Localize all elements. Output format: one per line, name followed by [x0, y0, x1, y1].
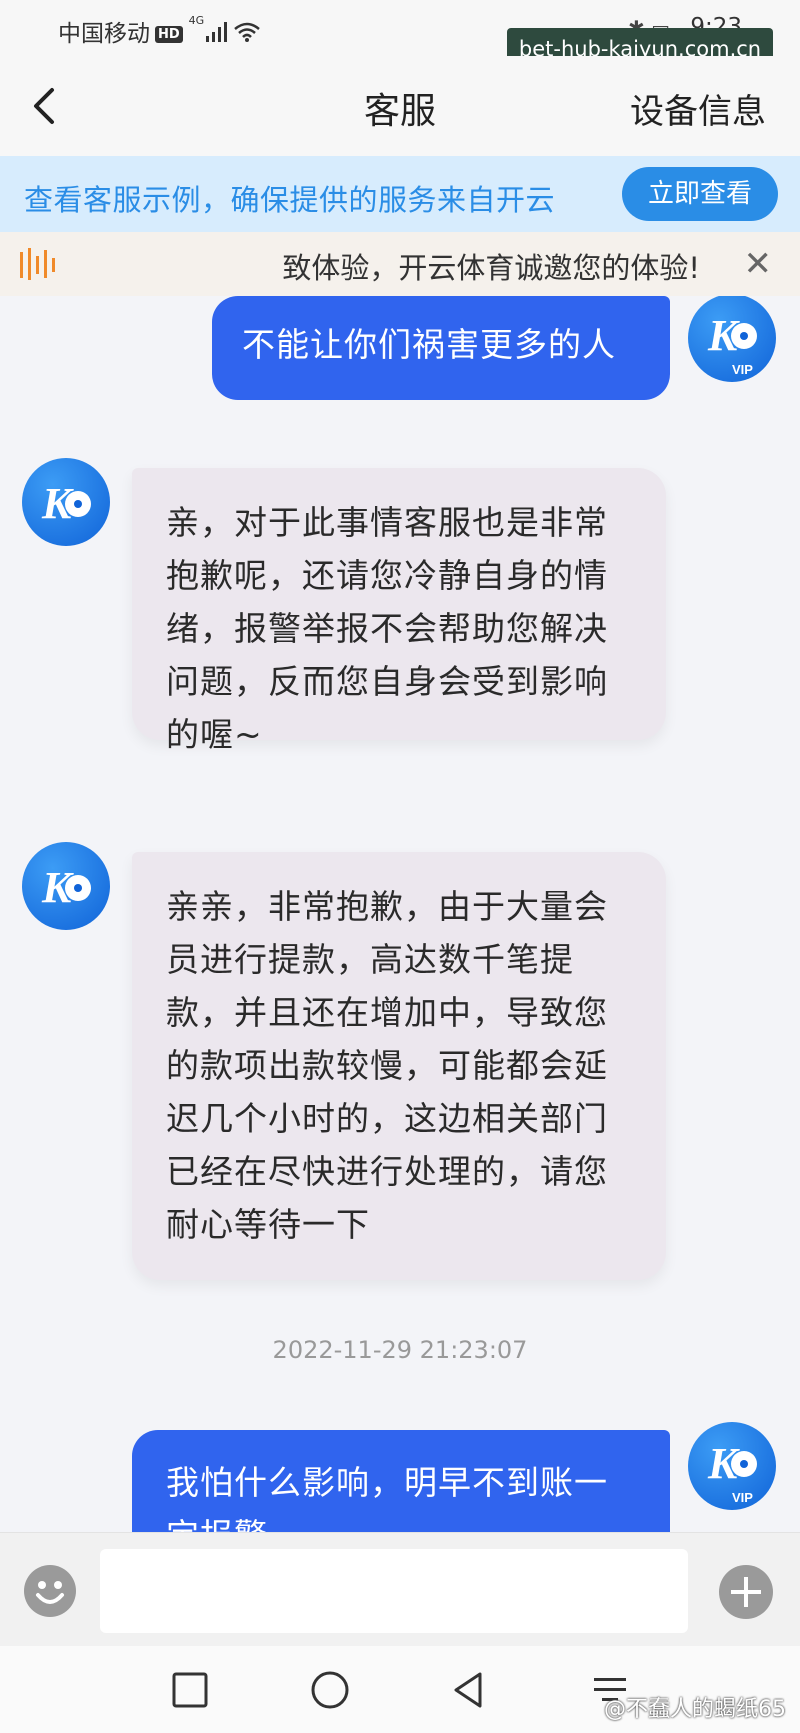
add-icon[interactable]: [718, 1564, 774, 1620]
avatar[interactable]: K: [22, 458, 110, 546]
wifi-icon: [234, 22, 261, 48]
view-now-button[interactable]: 立即查看: [622, 167, 778, 221]
user-message-bubble[interactable]: 我怕什么影响，明早不到账一定报警: [132, 1430, 670, 1532]
carrier-name: 中国移动: [58, 21, 150, 47]
avatar[interactable]: K: [22, 842, 110, 930]
back-icon[interactable]: [26, 86, 62, 126]
watermark-bottom: @不蠢人的蝎纸65: [604, 1697, 786, 1722]
notice-bar: 查看客服示例，确保提供的服务来自开云 立即查看: [0, 156, 800, 232]
message-text: 亲亲，非常抱歉，由于大量会员进行提款，高达数千笔提款，并且还在增加中，导致您的款…: [166, 887, 608, 1244]
hd-badge: HD: [155, 26, 183, 43]
system-nav-bar: @不蠢人的蝎纸65: [0, 1646, 800, 1733]
kaiyun-logo-icon: K: [41, 479, 91, 528]
device-info-button[interactable]: 设备信息: [630, 84, 766, 133]
marquee-text-content: 致体验，开云体育诚邀您的体验!: [282, 251, 700, 285]
marquee-bar: 致体验，开云体育诚邀您的体验! ✕: [0, 232, 800, 296]
agent-message-bubble[interactable]: 亲亲，非常抱歉，由于大量会员进行提款，高达数千笔提款，并且还在增加中，导致您的款…: [132, 852, 666, 1280]
emoji-icon[interactable]: [23, 1564, 77, 1618]
avatar[interactable]: K VIP: [688, 1422, 776, 1510]
circle-icon[interactable]: [306, 1666, 354, 1714]
message-text: 我怕什么影响，明早不到账一定报警: [166, 1463, 608, 1532]
chat-area[interactable]: 不能让你们祸害更多的人 K VIP K 亲，对于此事情客服也是非常抱歉呢，还请您…: [0, 296, 800, 1532]
agent-message-bubble[interactable]: 亲，对于此事情客服也是非常抱歉呢，还请您冷静自身的情绪，报警举报不会帮助您解决问…: [132, 468, 666, 754]
message-input[interactable]: [100, 1549, 688, 1633]
kaiyun-logo-icon: K: [41, 863, 91, 912]
square-icon[interactable]: [166, 1666, 214, 1714]
audio-wave-icon: [20, 248, 62, 284]
input-bar: [0, 1532, 800, 1647]
notice-text: 查看客服示例，确保提供的服务来自开云: [24, 183, 556, 217]
close-icon[interactable]: ✕: [744, 244, 773, 284]
triangle-back-icon[interactable]: [446, 1666, 494, 1714]
network-type: 4G: [188, 14, 205, 27]
signal-icon: [206, 21, 228, 48]
carrier: 中国移动 HD 4G: [58, 14, 261, 48]
kaiyun-logo-icon: K VIP: [707, 311, 757, 377]
vip-badge: VIP: [732, 362, 753, 377]
vip-badge: VIP: [732, 1490, 753, 1505]
message-text: 不能让你们祸害更多的人: [242, 325, 616, 364]
message-timestamp: 2022-11-29 21:23:07: [272, 1336, 528, 1364]
kaiyun-logo-icon: K VIP: [707, 1439, 757, 1505]
avatar[interactable]: K VIP: [688, 296, 776, 382]
marquee-text: 致体验，开云体育诚邀您的体验!: [80, 245, 700, 287]
user-message-bubble[interactable]: 不能让你们祸害更多的人: [212, 296, 670, 400]
nav-bar: 客服 设备信息: [0, 56, 800, 156]
message-text: 亲，对于此事情客服也是非常抱歉呢，还请您冷静自身的情绪，报警举报不会帮助您解决问…: [166, 503, 608, 754]
